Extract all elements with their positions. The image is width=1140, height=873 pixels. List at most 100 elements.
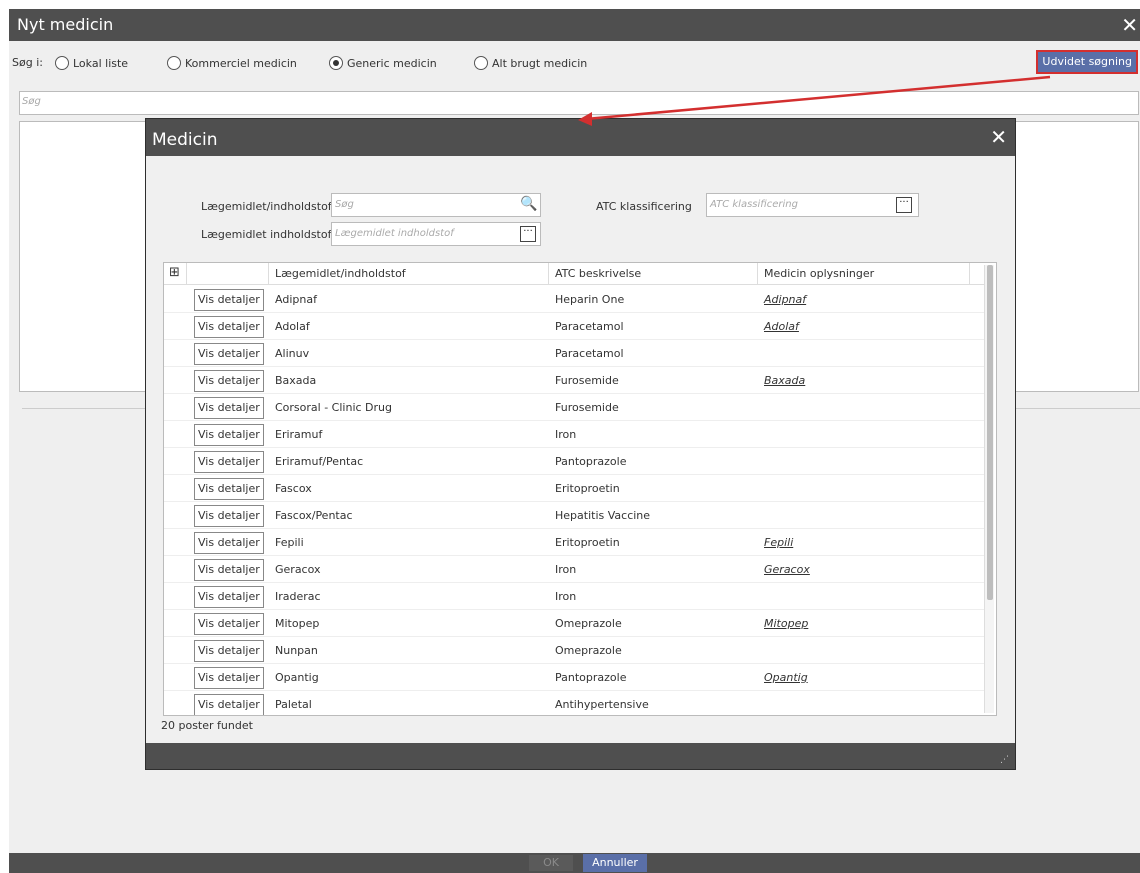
filter-icon[interactable]: ⊞ xyxy=(169,265,180,280)
atc-cell: Iron xyxy=(555,563,577,576)
medicine-info-link[interactable]: Mitopep xyxy=(764,617,808,630)
search-in-label: Søg i: xyxy=(12,56,43,69)
atc-cell: Antihypertensive xyxy=(555,698,649,711)
view-details-button[interactable]: Vis detaljer xyxy=(194,667,264,689)
dialog-title: Medicin xyxy=(152,130,218,150)
table-row[interactable]: Vis detaljer Baxada Furosemide Baxada xyxy=(164,367,984,394)
radio-circle-icon[interactable] xyxy=(55,56,69,70)
search-input[interactable]: Søg xyxy=(19,91,1139,115)
atc-cell: Iron xyxy=(555,590,577,603)
window-titlebar: Nyt medicin ✕ xyxy=(9,9,1140,41)
dialog-titlebar: Medicin ✕ xyxy=(146,119,1015,156)
medicine-info-link[interactable]: Fepili xyxy=(764,536,793,549)
search-in-row: Søg i: Lokal liste Kommerciel medicin Ge… xyxy=(9,52,1140,74)
table-row[interactable]: Vis detaljer Fascox Eritoproetin xyxy=(164,475,984,502)
table-row[interactable]: Vis detaljer Paletal Antihypertensive xyxy=(164,691,984,715)
medicine-info-link[interactable]: Geracox xyxy=(764,563,810,576)
atc-cell: Eritoproetin xyxy=(555,536,620,549)
medicine-grid: ⊞ Lægemidlet/indholdstof ATC beskrivelse… xyxy=(163,262,997,716)
cancel-button[interactable]: Annuller xyxy=(583,854,647,872)
radio-circle-icon[interactable] xyxy=(474,56,488,70)
table-row[interactable]: Vis detaljer Opantig Pantoprazole Opantig xyxy=(164,664,984,691)
atc-classification-input[interactable]: ATC klassificering xyxy=(706,193,919,217)
view-details-button[interactable]: Vis detaljer xyxy=(194,559,264,581)
atc-cell: Furosemide xyxy=(555,401,619,414)
dialog-close-icon[interactable]: ✕ xyxy=(990,125,1007,149)
grid-header: ⊞ Lægemidlet/indholdstof ATC beskrivelse… xyxy=(164,263,984,285)
substance-cell: Baxada xyxy=(275,374,317,387)
view-details-button[interactable]: Vis detaljer xyxy=(194,397,264,419)
table-row[interactable]: Vis detaljer Adipnaf Heparin One Adipnaf xyxy=(164,286,984,313)
medicine-info-link[interactable]: Adipnaf xyxy=(764,293,806,306)
dialog-footer: ⋰ xyxy=(146,743,1015,769)
radio-commercial-medicine[interactable]: Kommerciel medicin xyxy=(167,56,297,70)
substance-cell: Geracox xyxy=(275,563,321,576)
substance2-label: Lægemidlet indholdstof xyxy=(201,228,332,241)
substance-cell: Fepili xyxy=(275,536,304,549)
medicine-info-link[interactable]: Opantig xyxy=(764,671,808,684)
table-row[interactable]: Vis detaljer Eriramuf/Pentac Pantoprazole xyxy=(164,448,984,475)
substance-cell: Nunpan xyxy=(275,644,318,657)
column-header-info[interactable]: Medicin oplysninger xyxy=(764,267,874,280)
atc-cell: Paracetamol xyxy=(555,347,624,360)
view-details-button[interactable]: Vis detaljer xyxy=(194,424,264,446)
table-row[interactable]: Vis detaljer Alinuv Paracetamol xyxy=(164,340,984,367)
view-details-button[interactable]: Vis detaljer xyxy=(194,343,264,365)
table-row[interactable]: Vis detaljer Fascox/Pentac Hepatitis Vacci… xyxy=(164,502,984,529)
substance-cell: Adolaf xyxy=(275,320,310,333)
table-row[interactable]: Vis detaljer Fepili Eritoproetin Fepili xyxy=(164,529,984,556)
atc-cell: Eritoproetin xyxy=(555,482,620,495)
medicine-info-link[interactable]: Baxada xyxy=(764,374,805,387)
view-details-button[interactable]: Vis detaljer xyxy=(194,613,264,635)
substance2-input[interactable]: Lægemidlet indholdstof xyxy=(331,222,541,246)
radio-checked-icon[interactable] xyxy=(329,56,343,70)
view-details-button[interactable]: Vis detaljer xyxy=(194,451,264,473)
substance-cell: Iraderac xyxy=(275,590,321,603)
scrollbar-thumb[interactable] xyxy=(987,265,993,600)
radio-circle-icon[interactable] xyxy=(167,56,181,70)
view-details-button[interactable]: Vis detaljer xyxy=(194,289,264,311)
close-icon[interactable]: ✕ xyxy=(1121,13,1138,37)
view-details-button[interactable]: Vis detaljer xyxy=(194,370,264,392)
view-details-button[interactable]: Vis detaljer xyxy=(194,640,264,662)
extended-search-button[interactable]: Udvidet søgning xyxy=(1036,50,1138,74)
ellipsis-icon[interactable]: ··· xyxy=(896,197,912,213)
column-header-atc[interactable]: ATC beskrivelse xyxy=(555,267,641,280)
substance-label: Lægemidlet/indholdstof xyxy=(201,200,332,213)
records-found: 20 poster fundet xyxy=(161,719,253,732)
resize-grip-icon[interactable]: ⋰ xyxy=(1000,755,1009,765)
view-details-button[interactable]: Vis detaljer xyxy=(194,586,264,608)
view-details-button[interactable]: Vis detaljer xyxy=(194,694,264,715)
vertical-scrollbar[interactable] xyxy=(984,265,994,713)
radio-all-used-medicine[interactable]: Alt brugt medicin xyxy=(474,56,587,70)
substance-cell: Eriramuf xyxy=(275,428,323,441)
ellipsis-icon[interactable]: ··· xyxy=(520,226,536,242)
view-details-button[interactable]: Vis detaljer xyxy=(194,316,264,338)
substance-cell: Paletal xyxy=(275,698,312,711)
substance-search-input[interactable]: Søg xyxy=(331,193,541,217)
substance-cell: Eriramuf/Pentac xyxy=(275,455,364,468)
atc-cell: Pantoprazole xyxy=(555,455,627,468)
table-row[interactable]: Vis detaljer Geracox Iron Geracox xyxy=(164,556,984,583)
view-details-button[interactable]: Vis detaljer xyxy=(194,532,264,554)
table-row[interactable]: Vis detaljer Nunpan Omeprazole xyxy=(164,637,984,664)
medicine-info-link[interactable]: Adolaf xyxy=(764,320,799,333)
radio-local-list[interactable]: Lokal liste xyxy=(55,56,128,70)
table-row[interactable]: Vis detaljer Iraderac Iron xyxy=(164,583,984,610)
column-header-substance[interactable]: Lægemidlet/indholdstof xyxy=(275,267,406,280)
table-row[interactable]: Vis detaljer Mitopep Omeprazole Mitopep xyxy=(164,610,984,637)
search-icon[interactable]: 🔍 xyxy=(520,196,537,212)
table-row[interactable]: Vis detaljer Corsoral - Clinic Drug Furose… xyxy=(164,394,984,421)
ok-button[interactable]: OK xyxy=(529,855,573,871)
view-details-button[interactable]: Vis detaljer xyxy=(194,478,264,500)
medicine-dialog: Medicin ✕ Lægemidlet/indholdstof Søg 🔍 A… xyxy=(145,118,1016,770)
atc-cell: Paracetamol xyxy=(555,320,624,333)
radio-generic-medicine[interactable]: Generic medicin xyxy=(329,56,437,70)
substance-cell: Corsoral - Clinic Drug xyxy=(275,401,392,414)
substance-cell: Mitopep xyxy=(275,617,320,630)
atc-label: ATC klassificering xyxy=(596,200,692,213)
table-row[interactable]: Vis detaljer Adolaf Paracetamol Adolaf xyxy=(164,313,984,340)
table-row[interactable]: Vis detaljer Eriramuf Iron xyxy=(164,421,984,448)
view-details-button[interactable]: Vis detaljer xyxy=(194,505,264,527)
atc-cell: Omeprazole xyxy=(555,617,622,630)
